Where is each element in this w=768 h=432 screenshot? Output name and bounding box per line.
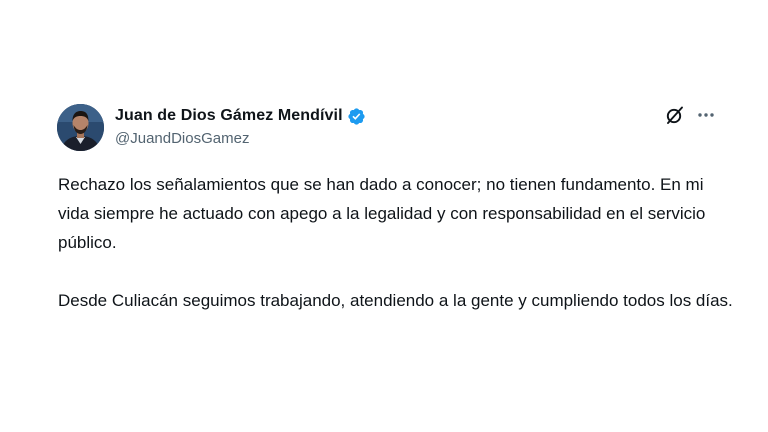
tweet-paragraph: Desde Culiacán seguimos trabajando, aten… (58, 291, 733, 310)
author-name-row: Juan de Dios Gámez Mendívil (115, 104, 366, 128)
author-handle[interactable]: @JuandDiosGamez (115, 130, 249, 147)
avatar[interactable] (57, 104, 104, 151)
verified-badge-icon (347, 107, 366, 126)
profile-photo-icon (57, 104, 104, 151)
tweet-card: Juan de Dios Gámez Mendívil @JuandDiosGa… (0, 0, 768, 432)
more-options-icon[interactable] (696, 105, 716, 125)
tweet-paragraph: Rechazo los señalamientos que se han dad… (58, 175, 706, 252)
tweet-text: Rechazo los señalamientos que se han dad… (58, 170, 738, 315)
author-display-name[interactable]: Juan de Dios Gámez Mendívil (115, 107, 343, 125)
grok-icon[interactable] (665, 105, 685, 125)
